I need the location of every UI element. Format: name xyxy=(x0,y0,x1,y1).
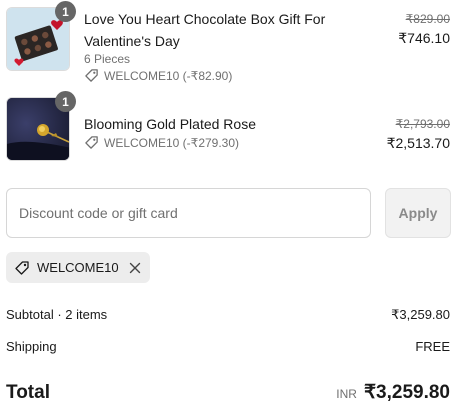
discounted-price: ₹746.10 xyxy=(398,30,450,46)
shipping-label: Shipping xyxy=(6,339,57,354)
tag-icon xyxy=(15,260,29,275)
shipping-value: FREE xyxy=(415,339,450,354)
total-amount: INR ₹3,259.80 xyxy=(336,381,450,404)
product-title-line: Blooming Gold Plated Rose xyxy=(84,116,256,132)
discount-code-input[interactable] xyxy=(6,188,371,238)
total-row: Total INR ₹3,259.80 xyxy=(6,381,450,404)
item-discount: WELCOME10 (-₹279.30) xyxy=(84,135,239,150)
close-icon xyxy=(129,262,141,273)
product-title-line: Valentine's Day xyxy=(84,33,180,49)
item-discount-label: WELCOME10 (-₹82.90) xyxy=(104,68,233,83)
currency-code: INR xyxy=(336,387,357,401)
total-label: Total xyxy=(6,382,50,403)
total-value: ₹3,259.80 xyxy=(363,382,450,403)
original-price: ₹2,793.00 xyxy=(395,117,450,131)
product-title-line: Love You Heart Chocolate Box Gift For xyxy=(84,11,326,27)
tag-icon xyxy=(85,136,98,149)
tag-icon xyxy=(85,69,98,82)
subtotal-row: Subtotal · 2 items ₹3,259.80 xyxy=(6,307,450,323)
apply-button[interactable]: Apply xyxy=(385,188,451,238)
remove-discount-button[interactable] xyxy=(128,261,142,275)
applied-discount-chip: WELCOME10 xyxy=(6,252,150,283)
item-discount-label: WELCOME10 (-₹279.30) xyxy=(104,135,240,150)
subtotal-label: Subtotal · 2 items xyxy=(6,307,108,322)
original-price: ₹829.00 xyxy=(405,12,450,26)
shipping-row: Shipping FREE xyxy=(6,339,450,354)
product-variant: 6 Pieces xyxy=(84,52,131,66)
quantity-badge: 1 xyxy=(55,91,76,112)
product-title: Love You Heart Chocolate Box Gift For Va… xyxy=(84,8,325,52)
product-thumbnail: 1 xyxy=(6,1,76,71)
product-thumbnail: 1 xyxy=(6,91,76,161)
quantity-badge: 1 xyxy=(55,1,76,22)
discounted-price: ₹2,513.70 xyxy=(386,135,450,151)
item-discount: WELCOME10 (-₹82.90) xyxy=(84,68,232,83)
product-title: Blooming Gold Plated Rose xyxy=(84,113,256,135)
subtotal-value: ₹3,259.80 xyxy=(391,307,450,322)
applied-discount-code: WELCOME10 xyxy=(37,260,119,275)
